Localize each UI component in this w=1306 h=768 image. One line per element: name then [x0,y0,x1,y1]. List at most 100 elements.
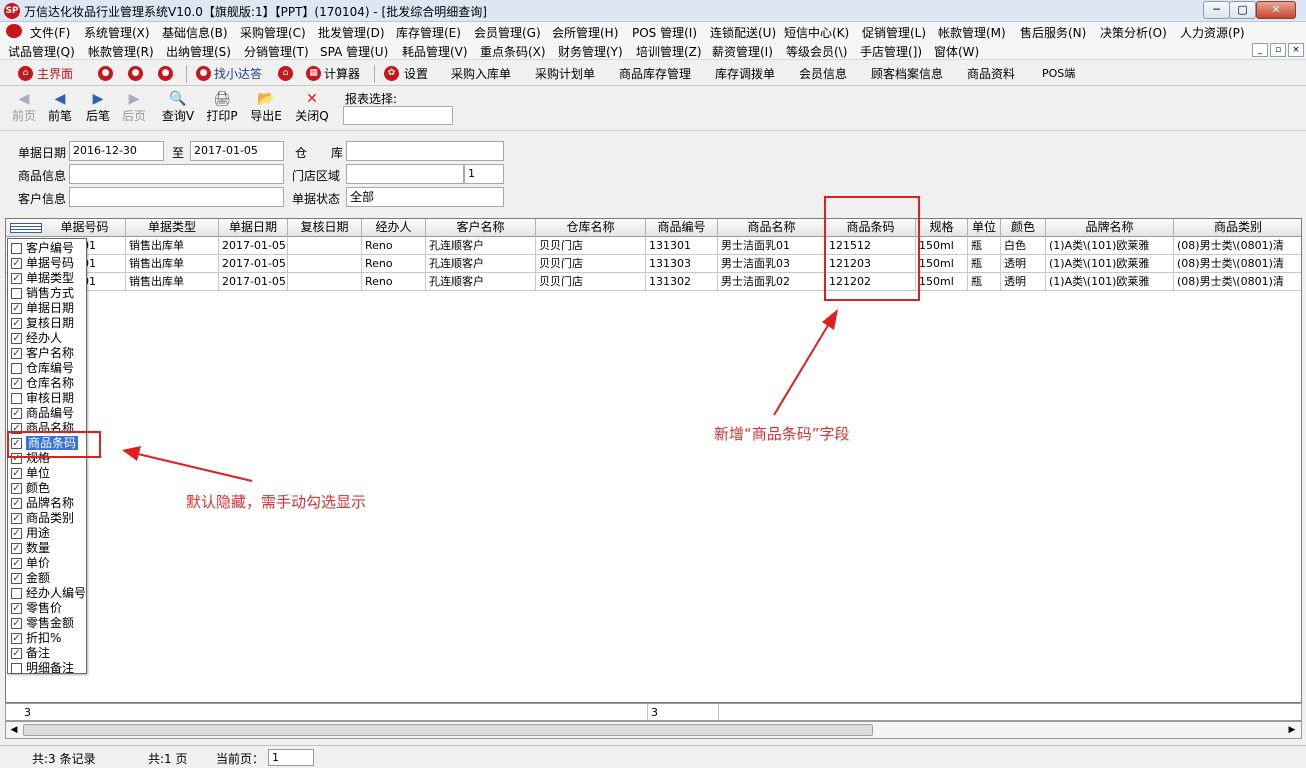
menu-item[interactable]: 培训管理(Z) [636,43,702,60]
table-row[interactable]: 0000001销售出库单2017-01-05Reno孔连顺客户贝贝门店13130… [6,273,1301,291]
table-cell[interactable]: 孔连顺客户 [426,237,536,255]
shield-icon[interactable]: ● [158,66,173,81]
menu-item[interactable]: 会所管理(H) [552,24,618,41]
table-cell[interactable]: 孔连顺客户 [426,273,536,291]
menu-item[interactable]: POS 管理(I) [632,24,697,41]
status-select[interactable]: 全部 [346,187,504,207]
table-cell[interactable]: (1)A类\(101)欧莱雅 [1046,255,1174,273]
column-chooser-item[interactable]: ✓ 数量 [8,541,86,556]
column-checkbox[interactable]: ✓ [11,468,22,479]
table-cell[interactable]: Reno [362,237,426,255]
table-cell[interactable]: 150ml [916,255,968,273]
quick-link-member[interactable]: 会员信息 [799,65,847,82]
table-cell[interactable]: 白色 [1001,237,1046,255]
column-chooser-item[interactable]: ✓ 单据号码 [8,256,86,271]
scroll-left-icon[interactable]: ◀ [7,723,21,737]
action-button-4[interactable]: 🔍 查询V [160,90,196,128]
column-chooser-item[interactable]: ✓ 单价 [8,556,86,571]
column-chooser-item[interactable]: ✓ 单据日期 [8,301,86,316]
column-checkbox[interactable]: ✓ [11,603,22,614]
menu-item[interactable]: 分销管理(T) [244,43,309,60]
table-cell[interactable]: 131303 [646,255,718,273]
column-chooser-item[interactable]: 经办人编号 [8,586,86,601]
table-cell[interactable]: 131301 [646,237,718,255]
menu-item[interactable]: 会员管理(G) [474,24,541,41]
column-checkbox[interactable]: ✓ [11,318,22,329]
column-chooser-item[interactable]: 审核日期 [8,391,86,406]
column-chooser-item[interactable]: ✓ 复核日期 [8,316,86,331]
table-cell[interactable]: 2017-01-05 [219,237,288,255]
table-cell[interactable]: 孔连顺客户 [426,255,536,273]
column-chooser-item[interactable]: ✓ 单据类型 [8,271,86,286]
menu-item[interactable]: 文件(F) [30,24,70,41]
menu-item[interactable]: 试品管理(Q) [8,43,75,60]
menu-item[interactable]: 采购管理(C) [240,24,306,41]
column-checkbox[interactable]: ✓ [11,273,22,284]
table-row[interactable]: 0000001销售出库单2017-01-05Reno孔连顺客户贝贝门店13130… [6,255,1301,273]
action-button-0[interactable]: ◀ 前页 [6,90,42,128]
table-cell[interactable]: 2017-01-05 [219,273,288,291]
table-row[interactable]: 0000001销售出库单2017-01-05Reno孔连顺客户贝贝门店13130… [6,237,1301,255]
column-chooser-item[interactable]: ✓ 商品编号 [8,406,86,421]
column-checkbox[interactable]: ✓ [11,528,22,539]
column-checkbox[interactable]: ✓ [11,333,22,344]
minimize-button[interactable]: ─ [1203,1,1230,19]
warehouse-input[interactable] [346,141,504,161]
column-checkbox[interactable]: ✓ [11,498,22,509]
column-header[interactable]: 单据日期 [219,219,288,237]
column-header[interactable]: 仓库名称 [536,219,646,237]
quick-link-customer[interactable]: 顾客档案信息 [871,65,943,82]
table-cell[interactable]: 男士洁面乳02 [718,273,826,291]
menu-item[interactable]: 等级会员(\) [786,43,847,60]
menu-item[interactable]: 库存管理(E) [396,24,461,41]
column-header[interactable]: 经办人 [362,219,426,237]
table-cell[interactable]: 男士洁面乳01 [718,237,826,255]
menu-item[interactable]: 帐款管理(R) [88,43,154,60]
column-header[interactable]: 品牌名称 [1046,219,1174,237]
mdi-minimize-button[interactable]: _ [1252,43,1268,57]
quick-link-product[interactable]: 商品资料 [967,65,1015,82]
menu-item[interactable]: 决策分析(O) [1100,24,1167,41]
column-checkbox[interactable]: ✓ [11,558,22,569]
date-from-input[interactable]: 2016-12-30 [69,141,164,161]
column-checkbox[interactable]: ✓ [11,618,22,629]
table-cell[interactable] [288,273,362,291]
menu-item[interactable]: 帐款管理(M) [938,24,1006,41]
lock-icon[interactable]: ● [98,66,113,81]
column-chooser-item[interactable]: ✓ 用途 [8,526,86,541]
menu-item[interactable]: 售后服务(N) [1020,24,1086,41]
column-chooser-item[interactable]: ✓ 品牌名称 [8,496,86,511]
table-cell[interactable]: (08)男士类\(0801)清 [1174,237,1301,255]
table-cell[interactable]: Reno [362,273,426,291]
quick-link-stock[interactable]: 商品库存管理 [619,65,691,82]
column-header[interactable]: 单据类型 [126,219,219,237]
column-chooser-item[interactable]: ✓ 零售价 [8,601,86,616]
column-checkbox[interactable] [11,393,22,404]
customer-input[interactable] [69,187,284,207]
table-cell[interactable]: 销售出库单 [126,255,219,273]
menu-item[interactable]: 重点条码(X) [480,43,546,60]
menu-item[interactable]: 出纳管理(S) [166,43,231,60]
column-checkbox[interactable] [11,363,22,374]
menu-item[interactable]: 手店管理(]) [860,43,922,60]
table-cell[interactable]: 贝贝门店 [536,237,646,255]
column-chooser-item[interactable]: ✓ 商品类别 [8,511,86,526]
table-cell[interactable]: (08)男士类\(0801)清 [1174,255,1301,273]
column-checkbox[interactable]: ✓ [11,543,22,554]
find-helper-button[interactable]: 找小达答 [214,65,262,82]
menu-item[interactable]: 人力资源(P) [1180,24,1245,41]
current-page-input[interactable]: 1 [268,749,314,766]
action-button-6[interactable]: 📂 导出E [248,90,284,128]
store-region-code[interactable]: 1 [464,164,504,184]
column-checkbox[interactable] [11,588,22,599]
column-checkbox[interactable]: ✓ [11,513,22,524]
column-checkbox[interactable] [11,288,22,299]
column-checkbox[interactable]: ✓ [11,648,22,659]
calculator-button[interactable]: 计算器 [324,65,360,82]
column-chooser-item[interactable]: ✓ 单位 [8,466,86,481]
column-chooser-item[interactable]: ✓ 金额 [8,571,86,586]
column-checkbox[interactable]: ✓ [11,573,22,584]
quick-link-pos[interactable]: POS端 [1042,65,1075,81]
column-chooser-item[interactable]: ✓ 折扣% [8,631,86,646]
column-checkbox[interactable]: ✓ [11,408,22,419]
